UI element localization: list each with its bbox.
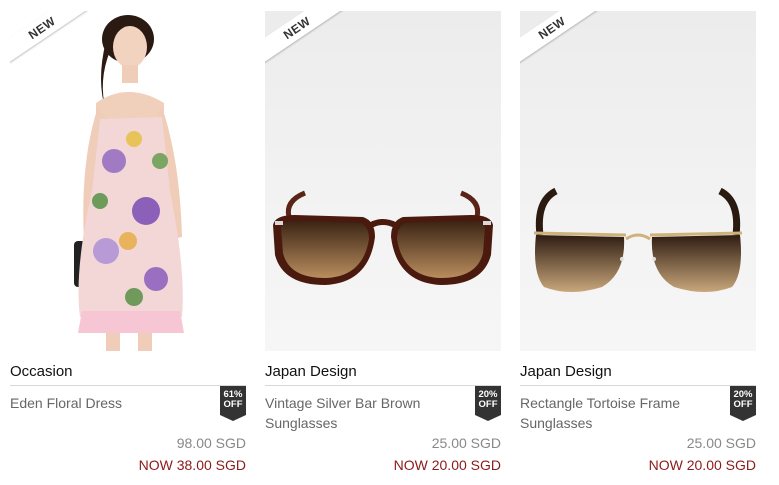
product-image[interactable]: NEW xyxy=(10,11,246,351)
product-grid: NEW Occasion Eden Floral Dress 61% OFF 9… xyxy=(10,11,770,485)
sale-price: NOW 38.00 SGD xyxy=(138,457,246,473)
sunglasses-photo xyxy=(273,190,493,285)
original-price: 25.00 SGD xyxy=(431,435,501,451)
dress-photo xyxy=(74,15,184,351)
divider xyxy=(265,385,501,386)
sale-price: NOW 20.00 SGD xyxy=(393,457,501,473)
divider xyxy=(520,385,756,386)
original-price: 25.00 SGD xyxy=(686,435,756,451)
product-name[interactable]: Eden Floral Dress xyxy=(10,393,210,413)
product-image[interactable]: NEW xyxy=(265,11,501,351)
sunglasses-photo xyxy=(533,187,743,292)
product-name[interactable]: Rectangle Tortoise Frame Sunglasses xyxy=(520,393,720,433)
discount-badge: 20% OFF xyxy=(730,386,756,421)
product-card[interactable]: NEW Japan Design Vintage Silver Bar Brow… xyxy=(265,11,501,485)
product-image[interactable]: NEW xyxy=(520,11,756,351)
sale-price: NOW 20.00 SGD xyxy=(648,457,756,473)
product-card[interactable]: NEW Occasion Eden Floral Dress 61% OFF 9… xyxy=(10,11,246,485)
discount-badge: 20% OFF xyxy=(475,386,501,421)
product-brand[interactable]: Occasion xyxy=(10,363,73,380)
product-name[interactable]: Vintage Silver Bar Brown Sunglasses xyxy=(265,393,465,433)
discount-badge: 61% OFF xyxy=(220,386,246,421)
product-brand[interactable]: Japan Design xyxy=(520,363,612,380)
product-card[interactable]: NEW Japan Design Rectangle Tortoise Fram… xyxy=(520,11,756,485)
original-price: 98.00 SGD xyxy=(176,435,246,451)
product-brand[interactable]: Japan Design xyxy=(265,363,357,380)
divider xyxy=(10,385,246,386)
